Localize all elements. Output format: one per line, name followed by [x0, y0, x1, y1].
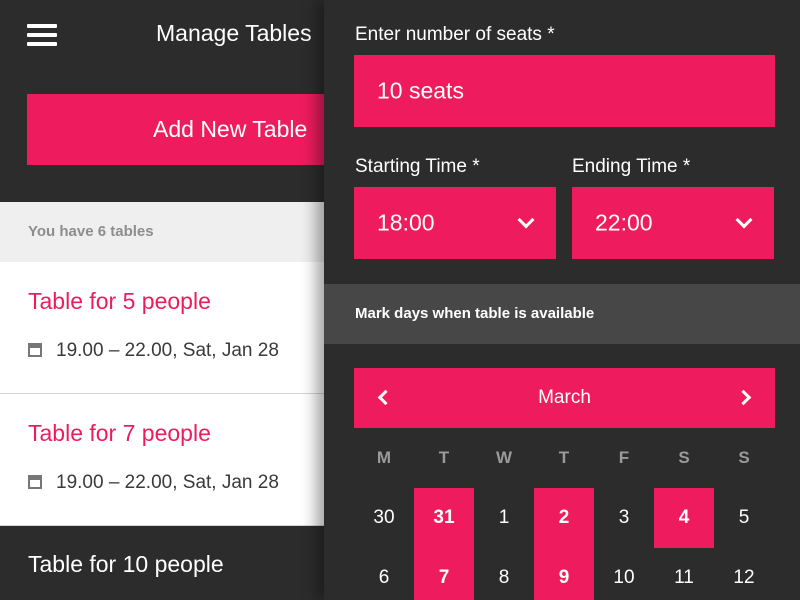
calendar-day[interactable]: 12 [714, 548, 774, 600]
weekday-header: M T W T F S S [354, 440, 775, 476]
table-title: Table for 5 people [28, 288, 211, 314]
table-card[interactable]: Table for 5 people 19.00 – 22.00, Sat, J… [0, 262, 324, 394]
weekday-label: S [738, 448, 750, 467]
calendar-day-selected[interactable]: 7 [414, 548, 474, 600]
menu-icon[interactable] [27, 24, 57, 46]
end-time-select[interactable]: 22:00 [572, 187, 774, 259]
calendar-day[interactable]: 10 [594, 548, 654, 600]
weekday-label: F [618, 448, 630, 467]
table-title: Table for 7 people [28, 420, 211, 446]
end-time-value: 22:00 [595, 209, 653, 236]
calendar-day[interactable]: 3 [594, 488, 654, 548]
calendar-day[interactable]: 6 [354, 548, 414, 600]
month-navigator: March [354, 368, 775, 428]
calendar-day[interactable]: 11 [654, 548, 714, 600]
end-time-label: Ending Time * [572, 156, 691, 177]
table-title-selected[interactable]: Table for 10 people [28, 551, 224, 578]
calendar-day-selected[interactable]: 4 [654, 488, 714, 548]
seats-value: 10 seats [377, 77, 464, 104]
calendar-day-selected[interactable]: 9 [534, 548, 594, 600]
table-count: You have 6 tables [0, 202, 324, 262]
start-time-value: 18:00 [377, 209, 435, 236]
seats-input[interactable]: 10 seats [354, 55, 775, 127]
table-schedule-text: 19.00 – 22.00, Sat, Jan 28 [56, 472, 279, 493]
table-form-panel: Enter number of seats * 10 seats Startin… [324, 0, 800, 600]
calendar-day[interactable]: 30 [354, 488, 414, 548]
tables-list-panel: Manage Tables Add New Table You have 6 t… [0, 0, 324, 600]
table-schedule: 19.00 – 22.00, Sat, Jan 28 [28, 472, 279, 494]
calendar-day-selected[interactable]: 2 [534, 488, 594, 548]
calendar-day[interactable]: 1 [474, 488, 534, 548]
calendar-day-selected[interactable]: 31 [414, 488, 474, 548]
table-schedule-text: 19.00 – 22.00, Sat, Jan 28 [56, 340, 279, 361]
manage-tables-screen: Manage Tables Add New Table You have 6 t… [0, 0, 800, 600]
month-name: March [538, 387, 591, 408]
start-time-select[interactable]: 18:00 [354, 187, 556, 259]
table-schedule: 19.00 – 22.00, Sat, Jan 28 [28, 340, 279, 362]
page-title: Manage Tables [156, 20, 312, 46]
chevron-down-icon [517, 211, 535, 229]
chevron-down-icon [735, 211, 753, 229]
availability-header: Mark days when table is available [324, 284, 800, 344]
add-new-table-button[interactable]: Add New Table [27, 94, 324, 165]
calendar-day[interactable]: 8 [474, 548, 534, 600]
weekday-label: W [495, 448, 513, 467]
calendar-grid: 30 31 1 2 3 4 5 6 7 8 9 10 11 12 [354, 488, 775, 600]
calendar-week-row: 30 31 1 2 3 4 5 [354, 488, 775, 548]
weekday-label: M [376, 448, 392, 467]
weekday-label: T [438, 448, 450, 467]
calendar-icon [28, 475, 42, 489]
weekday-label: S [678, 448, 690, 467]
start-time-label: Starting Time * [355, 156, 480, 177]
weekday-label: T [558, 448, 570, 467]
table-card[interactable]: Table for 7 people 19.00 – 22.00, Sat, J… [0, 394, 324, 526]
calendar-icon [28, 343, 42, 357]
seats-label: Enter number of seats * [355, 24, 555, 45]
top-bar: Manage Tables [0, 0, 324, 72]
calendar-day[interactable]: 5 [714, 488, 774, 548]
calendar-week-row: 6 7 8 9 10 11 12 [354, 548, 775, 600]
